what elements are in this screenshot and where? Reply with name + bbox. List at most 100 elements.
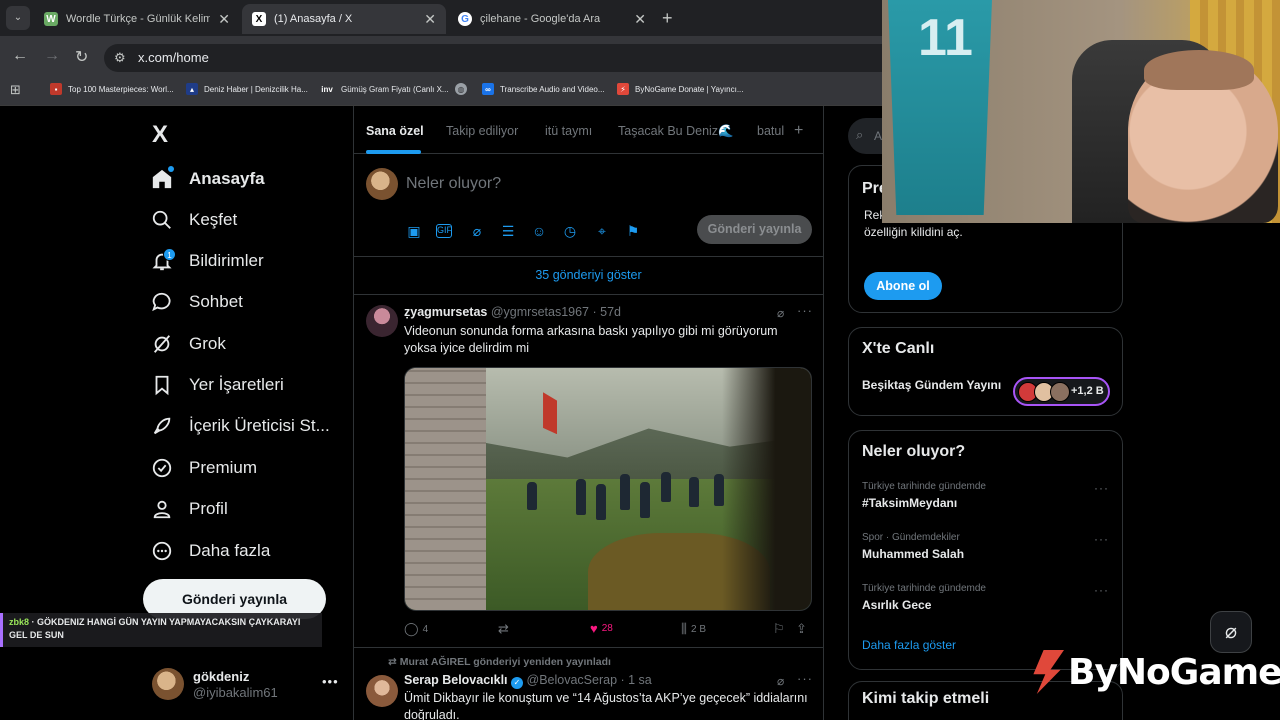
schedule-icon[interactable]: ◷ xyxy=(561,222,579,240)
tab-x-home[interactable]: X (1) Anasayfa / X ✕ xyxy=(242,4,446,34)
nav-item-chat[interactable]: Sohbet xyxy=(150,286,243,318)
tweet-time[interactable]: · 1 sa xyxy=(621,673,652,687)
more-dots-icon[interactable]: ··· xyxy=(1094,481,1109,495)
bookmark-top100[interactable]: ▪ Top 100 Masterpieces: Worl... xyxy=(50,83,174,95)
grok-icon[interactable]: ⌀ xyxy=(777,306,784,320)
more-dots-icon[interactable]: ··· xyxy=(797,303,813,318)
back-arrow-icon[interactable]: ← xyxy=(12,47,28,65)
bookmark-favicon-icon: inv xyxy=(321,84,333,94)
nav-item-creator-studio[interactable]: İçerik Üreticisi St... xyxy=(150,410,330,442)
grok-icon[interactable]: ⌀ xyxy=(468,222,486,240)
verified-badge-icon: ✓ xyxy=(511,677,524,689)
new-tab-button[interactable]: + xyxy=(662,8,673,29)
nav-item-explore[interactable]: Keşfet xyxy=(150,204,237,236)
wordle-favicon-icon: W xyxy=(44,12,58,26)
bynogame-watermark: ByNoGame xyxy=(1030,650,1280,694)
nav-item-premium[interactable]: Premium xyxy=(150,452,257,484)
nav-item-grok[interactable]: Grok xyxy=(150,328,226,360)
gif-icon[interactable]: GIF xyxy=(436,224,452,238)
more-dots-icon[interactable]: ··· xyxy=(797,671,813,686)
nav-item-more[interactable]: Daha fazla xyxy=(150,535,270,567)
nav-label: Profil xyxy=(189,499,228,518)
add-tab-icon[interactable]: + xyxy=(794,122,803,140)
more-dots-icon[interactable]: ··· xyxy=(1094,583,1109,597)
location-icon[interactable]: ⌖ xyxy=(593,222,611,240)
video-scene-player xyxy=(526,481,537,510)
like-count: 28 xyxy=(601,623,613,634)
apps-grid-icon[interactable]: ⊞ xyxy=(10,82,21,98)
tweet-time[interactable]: · 57d xyxy=(593,305,622,319)
compose-post-button[interactable]: Gönderi yayınla xyxy=(697,215,812,244)
avatar[interactable] xyxy=(366,675,398,707)
tab-google-search[interactable]: G çilehane - Google'da Ara ✕ xyxy=(448,4,656,34)
tweet[interactable]: ⇄ Murat AĞIREL gönderiyi yeniden yayınla… xyxy=(354,649,823,720)
share-button[interactable]: ⇪ xyxy=(796,621,811,637)
image-icon[interactable]: ▣ xyxy=(405,222,423,240)
bookmark-deniz-haber[interactable]: ▴ Deniz Haber | Denizcilik Ha... xyxy=(186,83,308,95)
retweet-attribution-text[interactable]: Murat AĞIREL gönderiyi yeniden yayınladı xyxy=(400,656,611,668)
tab-for-you[interactable]: Sana özel xyxy=(366,124,424,138)
trend-item[interactable]: Spor · Gündemdekiler Muhammed Salah ··· xyxy=(862,532,1117,561)
live-listeners-badge[interactable]: +1,2 B xyxy=(1013,377,1110,406)
bookmark-favicon-icon: ⚡ xyxy=(617,83,629,95)
bookmark-globe[interactable]: ◍ xyxy=(455,83,473,95)
bookmark-button[interactable]: ⚐ xyxy=(773,621,789,637)
tab-list-itu[interactable]: itü taymı xyxy=(545,124,592,138)
trend-category: Türkiye tarihinde gündemde xyxy=(862,583,986,594)
forward-arrow-icon[interactable]: → xyxy=(44,47,60,65)
nav-label: Bildirimler xyxy=(189,251,264,270)
flag-icon[interactable]: ⚑ xyxy=(624,222,642,240)
grok-icon[interactable]: ⌀ xyxy=(777,674,784,688)
bookmark-label: ByNoGame Donate | Yayıncı... xyxy=(635,84,744,94)
tab-title: (1) Anasayfa / X xyxy=(274,13,353,25)
tab-following[interactable]: Takip ediliyor xyxy=(446,124,518,138)
address-bar[interactable] xyxy=(104,44,904,72)
tweet-author-handle[interactable]: @ygmrsetas1967 xyxy=(491,305,589,319)
trend-item[interactable]: Türkiye tarihinde gündemde #TaksimMeydan… xyxy=(862,481,1117,510)
show-more-trends-link[interactable]: Daha fazla göster xyxy=(862,638,956,652)
emoji-icon[interactable]: ☺ xyxy=(530,222,548,240)
tweet-video[interactable] xyxy=(404,367,812,611)
tab-search-icon[interactable]: ⌄ xyxy=(6,6,30,30)
trend-name: Muhammed Salah xyxy=(862,547,965,561)
tab-wordle[interactable]: W Wordle Türkçe - Günlük Kelime Oyunu ✕ xyxy=(34,4,240,34)
subscribe-button[interactable]: Abone ol xyxy=(864,272,942,300)
tab-list-batul[interactable]: batul xyxy=(757,124,784,138)
more-dots-icon[interactable]: ••• xyxy=(322,674,339,689)
trend-item[interactable]: Türkiye tarihinde gündemde Asırlık Gece … xyxy=(862,583,1117,612)
retweet-button[interactable]: ⇄ xyxy=(498,621,513,637)
grok-floating-button[interactable]: ⌀ xyxy=(1210,611,1252,653)
more-dots-icon[interactable]: ··· xyxy=(1094,532,1109,546)
tab-list-tasacak[interactable]: Taşacak Bu Deniz🌊 xyxy=(618,124,734,139)
tweet[interactable]: ẓyagmursetas @ygmrsetas1967 · 57d ⌀ ··· … xyxy=(354,295,823,648)
live-title: X'te Canlı xyxy=(862,340,935,357)
bookmark-bynogame[interactable]: ⚡ ByNoGame Donate | Yayıncı... xyxy=(617,83,744,95)
tweet-text: Videonun sonunda forma arkasına baskı ya… xyxy=(404,324,778,355)
trend-name: #TaksimMeydanı xyxy=(862,496,958,510)
close-icon[interactable]: ✕ xyxy=(634,11,646,28)
live-space-title[interactable]: Beşiktaş Gündem Yayını xyxy=(862,378,1001,392)
search-icon xyxy=(150,208,174,232)
bookmark-gumus-gram[interactable]: inv Gümüş Gram Fiyatı (Canlı X... xyxy=(319,83,448,95)
close-icon[interactable]: ✕ xyxy=(218,11,230,28)
like-button[interactable]: ♥ 28 xyxy=(590,621,613,636)
tweet-author-name[interactable]: Serap Belovacıklı xyxy=(404,673,508,687)
video-scene-player xyxy=(660,472,671,503)
nav-item-bookmarks[interactable]: Yer İşaretleri xyxy=(150,369,284,401)
tweet-author-handle[interactable]: @BelovacSerap xyxy=(527,673,618,687)
bookmark-transcribe[interactable]: ∞ Transcribe Audio and Video... xyxy=(482,83,605,95)
compose-input[interactable]: Neler oluyor? xyxy=(406,175,501,193)
reload-icon[interactable]: ↻ xyxy=(75,47,88,67)
show-new-posts[interactable]: 35 gönderiyi göster xyxy=(354,257,823,295)
reply-button[interactable]: ◯ 4 xyxy=(404,621,428,637)
tweet-author-name[interactable]: ẓyagmursetas xyxy=(404,305,487,319)
views-button[interactable]: ⫼ 2 B xyxy=(681,621,706,637)
poll-icon[interactable]: ☰ xyxy=(499,222,517,240)
address-url[interactable]: x.com/home xyxy=(138,50,209,65)
close-icon[interactable]: ✕ xyxy=(424,11,436,28)
site-info-icon[interactable]: ⚙ xyxy=(114,50,126,66)
nav-item-profile[interactable]: Profil xyxy=(150,493,228,525)
avatar[interactable] xyxy=(366,305,398,337)
x-logo-icon[interactable]: X xyxy=(152,121,168,149)
account-name: gökdeniz xyxy=(193,669,250,684)
